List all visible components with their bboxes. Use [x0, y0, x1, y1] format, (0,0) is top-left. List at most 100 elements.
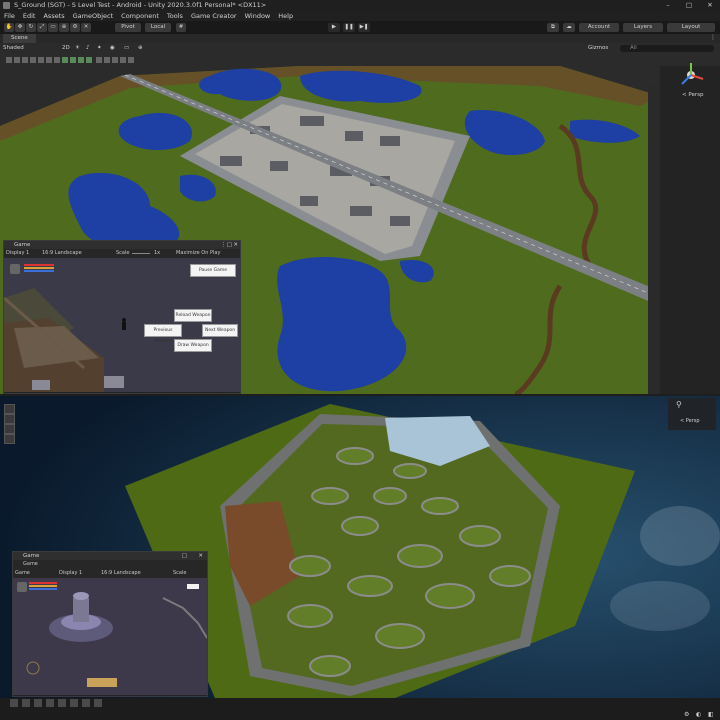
- gizmo-icon[interactable]: ⊕: [138, 43, 143, 54]
- bottom-gizmo-icon[interactable]: ⚲: [676, 400, 682, 409]
- snap-icon[interactable]: #: [176, 23, 186, 32]
- settings-tool-2-icon[interactable]: [104, 57, 110, 63]
- settings-tool-4-icon[interactable]: [120, 57, 126, 63]
- custom-tool-2-icon[interactable]: ✕: [81, 23, 91, 32]
- account-dropdown[interactable]: Account: [579, 23, 619, 32]
- maximize-on-play-toggle[interactable]: Maximize On Play: [176, 249, 220, 258]
- lighting-icon[interactable]: ☀: [75, 43, 80, 54]
- shading-mode-dropdown[interactable]: Shaded: [3, 43, 43, 54]
- menu-edit[interactable]: Edit: [23, 11, 36, 21]
- maximize-icon[interactable]: □: [679, 0, 699, 11]
- hotbar-slot-3-icon[interactable]: [34, 699, 42, 707]
- hotbar-slot-4-icon[interactable]: [46, 699, 54, 707]
- settings-tool-5-icon[interactable]: [128, 57, 134, 63]
- menu-tools[interactable]: Tools: [167, 11, 183, 21]
- panel-close-icon[interactable]: ✕: [233, 241, 238, 249]
- bottom-tool-3-icon[interactable]: [4, 424, 15, 434]
- bottom-view-dropdown[interactable]: Game: [15, 569, 30, 578]
- step-button[interactable]: ▶❚: [358, 23, 370, 32]
- menu-assets[interactable]: Assets: [43, 11, 64, 21]
- menu-window[interactable]: Window: [245, 11, 271, 21]
- bottom-game-view[interactable]: [13, 578, 207, 695]
- persp-label[interactable]: < Persp: [682, 92, 703, 98]
- draw-weapon-button[interactable]: Draw Weapon: [174, 339, 212, 352]
- collab-icon[interactable]: ⧉: [547, 23, 559, 32]
- paint-tool-2-icon[interactable]: [70, 57, 76, 63]
- rect-tool-icon[interactable]: ▭: [48, 23, 58, 32]
- menu-game-creator[interactable]: Game Creator: [191, 11, 237, 21]
- previous-weapon-button[interactable]: Previous Weapon: [144, 324, 182, 344]
- bottom-tool-4-icon[interactable]: [4, 434, 15, 444]
- status-icon-3[interactable]: ◧: [708, 711, 714, 718]
- tool-5-icon[interactable]: [38, 57, 44, 63]
- rotate-tool-icon[interactable]: ↻: [26, 23, 36, 32]
- settings-tool-icon[interactable]: [96, 57, 102, 63]
- layers-dropdown[interactable]: Layers: [623, 23, 663, 32]
- settings-tool-3-icon[interactable]: [112, 57, 118, 63]
- hidden-objects-icon[interactable]: ◉: [110, 43, 115, 54]
- tool-6-icon[interactable]: [46, 57, 52, 63]
- bottom-persp-label[interactable]: < Persp: [680, 418, 700, 424]
- bottom-tool-1-icon[interactable]: [4, 404, 15, 414]
- menu-file[interactable]: File: [4, 11, 15, 21]
- game-tab[interactable]: Game: [14, 242, 30, 248]
- effects-icon[interactable]: ✦: [97, 43, 102, 54]
- hand-tool-icon[interactable]: ✋: [4, 23, 14, 32]
- scene-search-input[interactable]: All: [620, 45, 714, 52]
- hotbar-slot-5-icon[interactable]: [58, 699, 66, 707]
- scale-slider[interactable]: [132, 253, 150, 254]
- paint-tool-3-icon[interactable]: [78, 57, 84, 63]
- terrain-tool-icon[interactable]: [54, 57, 60, 63]
- scale-tool-icon[interactable]: ⤢: [37, 23, 47, 32]
- bottom-aspect-dropdown[interactable]: 16:9 Landscape: [101, 569, 141, 578]
- panel-menu-icon[interactable]: ⋮: [221, 241, 227, 249]
- tab-scene[interactable]: Scene: [3, 34, 36, 43]
- panel-maximize-icon[interactable]: □: [227, 241, 232, 249]
- tool-3-icon[interactable]: [22, 57, 28, 63]
- hotbar-slot-2-icon[interactable]: [22, 699, 30, 707]
- hotbar-slot-8-icon[interactable]: [94, 699, 102, 707]
- custom-tool-icon[interactable]: ⚙: [70, 23, 80, 32]
- menu-help[interactable]: Help: [278, 11, 293, 21]
- layout-dropdown[interactable]: Layout: [667, 23, 715, 32]
- bottom-display-dropdown[interactable]: Display 1: [59, 569, 82, 578]
- tool-2-icon[interactable]: [14, 57, 20, 63]
- tool-1-icon[interactable]: [6, 57, 12, 63]
- status-icon-1[interactable]: ⚙: [684, 711, 689, 718]
- move-tool-icon[interactable]: ✥: [15, 23, 25, 32]
- minimize-icon[interactable]: –: [658, 0, 678, 11]
- display-dropdown[interactable]: Display 1: [6, 249, 29, 258]
- pause-game-button[interactable]: Pause Game: [190, 264, 236, 277]
- play-button[interactable]: ▶: [328, 23, 340, 32]
- toggle-2d-button[interactable]: 2D: [62, 43, 70, 54]
- reload-weapon-button[interactable]: Reload Weapon: [174, 309, 212, 322]
- bottom-panel-close-icon[interactable]: ✕: [198, 552, 203, 560]
- menu-gameobject[interactable]: GameObject: [73, 11, 114, 21]
- axis-gizmo-icon[interactable]: [676, 60, 706, 90]
- close-icon[interactable]: ✕: [700, 0, 720, 11]
- status-icon-2[interactable]: ◐: [696, 711, 701, 718]
- bottom-panel-maximize-icon[interactable]: □: [182, 552, 187, 560]
- pause-button[interactable]: ❚❚: [343, 23, 355, 32]
- game-view[interactable]: Pause Game Reload Weapon Previous Weapon…: [4, 258, 240, 392]
- aspect-dropdown[interactable]: 16:9 Landscape: [42, 249, 82, 258]
- bottom-game-tab[interactable]: Game: [23, 560, 38, 569]
- cloud-icon[interactable]: ☁: [563, 23, 575, 32]
- pivot-toggle[interactable]: Pivot: [115, 23, 141, 32]
- hotbar-slot-7-icon[interactable]: [82, 699, 90, 707]
- hotbar-slot-1-icon[interactable]: [10, 699, 18, 707]
- paint-tool-icon[interactable]: [62, 57, 68, 63]
- next-weapon-button[interactable]: Next Weapon: [202, 324, 238, 337]
- more-icon[interactable]: ⋮: [710, 34, 716, 41]
- menu-component[interactable]: Component: [121, 11, 159, 21]
- tool-4-icon[interactable]: [30, 57, 36, 63]
- bottom-tool-2-icon[interactable]: [4, 414, 15, 424]
- bottom-scene-viewport[interactable]: ⚲ < Persp Game □ ✕ Game Game Display 1 1…: [0, 396, 720, 710]
- gizmos-dropdown[interactable]: Gizmos: [588, 43, 608, 54]
- camera-icon[interactable]: ▭: [124, 43, 129, 54]
- audio-icon[interactable]: ♪: [86, 43, 90, 54]
- hotbar-slot-6-icon[interactable]: [70, 699, 78, 707]
- local-toggle[interactable]: Local: [145, 23, 171, 32]
- transform-tool-icon[interactable]: ⊕: [59, 23, 69, 32]
- paint-tool-4-icon[interactable]: [86, 57, 92, 63]
